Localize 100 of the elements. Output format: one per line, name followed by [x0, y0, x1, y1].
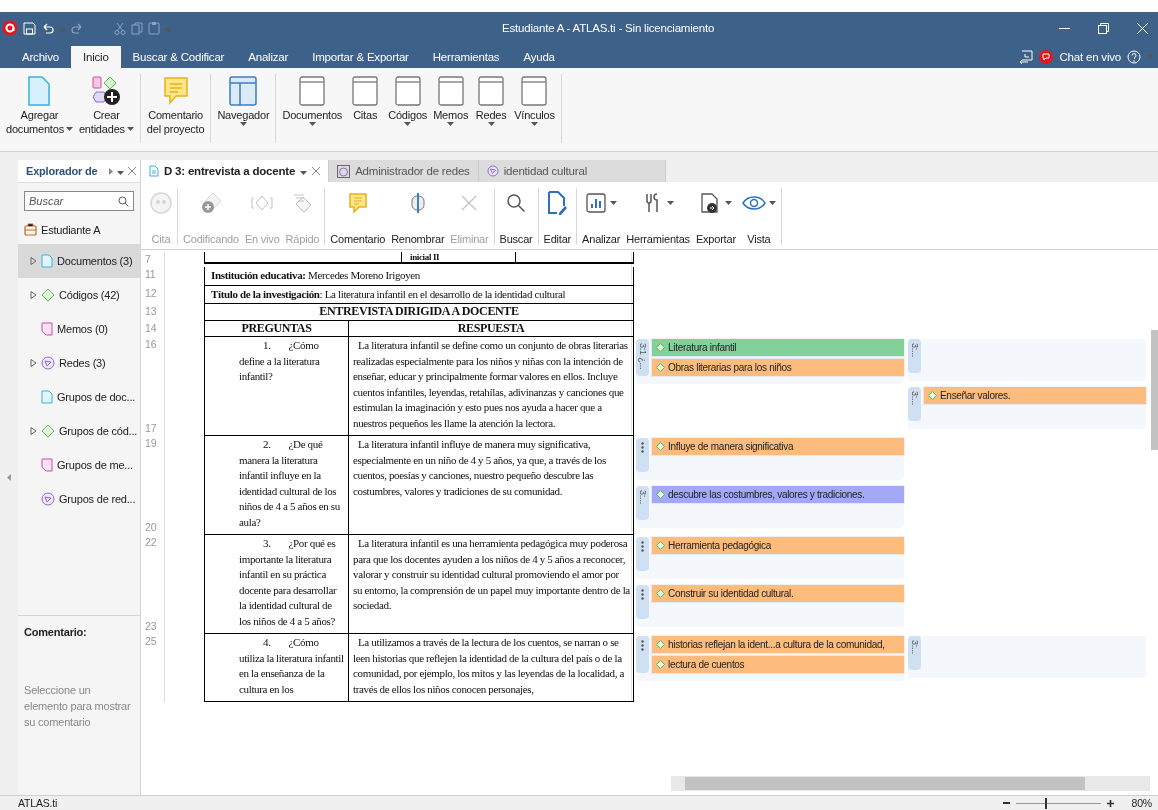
- dots-icon: [641, 442, 644, 453]
- caret-icon: [768, 201, 776, 205]
- expand-icon[interactable]: [30, 291, 37, 299]
- menu-tab[interactable]: Archivo: [10, 46, 71, 68]
- ribbon-button[interactable]: Citas: [345, 74, 386, 143]
- code-label[interactable]: Enseñar valores.: [924, 387, 1146, 404]
- ribbon-button[interactable]: Comentario del proyecto: [143, 74, 208, 143]
- code-label[interactable]: Obras literarias para los niños: [652, 359, 904, 376]
- copy-icon[interactable]: [131, 21, 143, 35]
- eye-icon: [741, 193, 766, 213]
- table-cell: Institución educativa: Mercedes Moreno Irigoyen: [204, 267, 634, 286]
- menu-tab[interactable]: Analizar: [236, 46, 301, 68]
- code-label[interactable]: Literatura infantil: [652, 339, 904, 356]
- answer-text: La literatura infantil es una herramienta pedagógica muy poderosa para que los docentes ayuden a los niños de 4 y 5 años a reconocer, valorar y construir su identidad cultural promoviendo el amor por su entorno, la comprensión de un papel muy importante dentro de la sociedad.: [348, 535, 633, 633]
- live-chat-link[interactable]: Chat en vivo: [1059, 51, 1121, 63]
- toolbar-button[interactable]: Exportar: [692, 188, 739, 245]
- column-header: RESPUESTA: [348, 320, 633, 336]
- collapse-icon[interactable]: [7, 474, 11, 481]
- ribbon-button[interactable]: Códigos: [385, 74, 431, 143]
- toolbar-button[interactable]: Vista: [738, 188, 779, 245]
- dots-icon: [641, 541, 644, 552]
- menu-tab[interactable]: Inicio: [70, 46, 121, 68]
- toolbar-button[interactable]: Herramientas: [623, 188, 693, 245]
- explorer-item[interactable]: Memos (0): [18, 312, 140, 346]
- feedback-icon[interactable]: [1019, 50, 1034, 64]
- edit-document-icon: [547, 191, 568, 215]
- save-icon[interactable]: [23, 21, 36, 35]
- caret-icon: [447, 122, 455, 126]
- document-tab[interactable]: D 3: entrevista a docente: [141, 160, 330, 182]
- quotation-bracket[interactable]: 3:1 ¿...: [636, 339, 649, 376]
- ribbon-button[interactable]: Crear entidades: [75, 74, 137, 143]
- menu-tab[interactable]: Ayuda: [511, 46, 567, 68]
- ribbon-button[interactable]: Documentos: [279, 74, 346, 143]
- toolbar-button[interactable]: Renombrar: [388, 188, 448, 245]
- explorer-item[interactable]: Grupos de cód...: [18, 414, 140, 448]
- caret-icon: [239, 122, 247, 126]
- line-number: 22: [145, 535, 157, 550]
- document-icon: [41, 254, 53, 268]
- quotation-bracket[interactable]: [636, 585, 649, 619]
- toolbar-button[interactable]: Editar: [540, 188, 575, 245]
- code-label[interactable]: historias reflejan la ident...a cultura de la comunidad,: [652, 636, 904, 653]
- paste-icon[interactable]: [148, 21, 160, 35]
- menu-tab[interactable]: Importar & Exportar: [300, 46, 421, 68]
- ribbon-button[interactable]: Vínculos: [511, 74, 558, 143]
- quotation-bracket[interactable]: [636, 438, 649, 472]
- code-label[interactable]: Influye de manera significativa: [652, 438, 904, 455]
- table-cell-text: inicial II: [409, 252, 441, 262]
- line-number: 16: [145, 337, 157, 352]
- chevron-icon[interactable]: [109, 167, 113, 175]
- code-label[interactable]: descubre las costumbres, valores y tradiciones.: [652, 486, 904, 503]
- quotation-bracket[interactable]: 3:...: [636, 486, 649, 520]
- restore-icon[interactable]: [1098, 22, 1109, 34]
- undo-icon[interactable]: [41, 21, 54, 35]
- cut-icon[interactable]: [114, 21, 126, 35]
- caret-icon: [308, 122, 316, 126]
- expand-icon[interactable]: [30, 257, 37, 265]
- close-icon[interactable]: [128, 167, 136, 175]
- code-label[interactable]: Construir su identidad cultural.: [652, 585, 904, 602]
- quotation-bracket[interactable]: 3:...: [908, 636, 921, 670]
- code-label[interactable]: Herramienta pedagógica: [652, 537, 904, 554]
- toolbar-button[interactable]: Buscar: [496, 188, 536, 245]
- comment-icon: [346, 192, 369, 214]
- explorer-item[interactable]: Grupos de me...: [18, 448, 140, 482]
- window-title: Estudiante A - ATLAS.ti - Sin licenciamiento: [502, 22, 716, 34]
- document-tab[interactable]: Administrador de redes: [329, 160, 479, 182]
- ribbon-button[interactable]: Memos: [430, 74, 472, 143]
- question-text: 1. ¿Cómo define a la literatura infantil?: [238, 338, 321, 384]
- expand-icon[interactable]: [30, 359, 37, 367]
- menu-tab[interactable]: Herramientas: [420, 46, 512, 68]
- vertical-scrollbar[interactable]: [1151, 330, 1158, 450]
- explorer-item[interactable]: Grupos de doc...: [18, 380, 140, 414]
- explorer-item[interactable]: Redes (3): [18, 346, 140, 380]
- help-icon[interactable]: [1127, 50, 1141, 64]
- caret-icon: [59, 28, 66, 32]
- redo-icon[interactable]: [71, 21, 84, 35]
- zoom-in-icon[interactable]: [1106, 799, 1114, 807]
- code-icon: [656, 343, 665, 352]
- ribbon-button[interactable]: Agregar documentos: [3, 74, 76, 143]
- quotation-bracket[interactable]: [636, 636, 649, 673]
- code-label[interactable]: lectura de cuentos: [652, 656, 904, 673]
- ribbon-button[interactable]: Navegador: [214, 74, 273, 143]
- toolbar-button[interactable]: Analizar: [579, 188, 624, 245]
- toolbar-button[interactable]: Comentario: [327, 188, 389, 245]
- ribbon-button[interactable]: Redes: [471, 74, 512, 143]
- search-icon: [118, 196, 129, 207]
- menu-tab[interactable]: Buscar & Codificar: [120, 46, 237, 68]
- explorer-item[interactable]: Códigos (42): [18, 278, 140, 312]
- quotation-bracket[interactable]: [636, 537, 649, 571]
- document-tab[interactable]: identidad cultural: [478, 160, 666, 182]
- search-field[interactable]: Buscar: [24, 191, 134, 211]
- quotation-bracket[interactable]: 3:...: [908, 387, 921, 421]
- quotation-bracket[interactable]: 3:...: [908, 339, 921, 373]
- explorer-item[interactable]: Grupos de red...: [18, 482, 140, 516]
- zoom-thumb[interactable]: [1045, 797, 1048, 809]
- close-icon[interactable]: [312, 167, 321, 175]
- panel-icon: [437, 76, 464, 106]
- explorer-item[interactable]: Documentos (3): [18, 244, 140, 278]
- expand-icon[interactable]: [30, 427, 37, 435]
- project-name[interactable]: Estudiante A: [41, 223, 101, 236]
- horizontal-scrollbar[interactable]: [671, 776, 1150, 791]
